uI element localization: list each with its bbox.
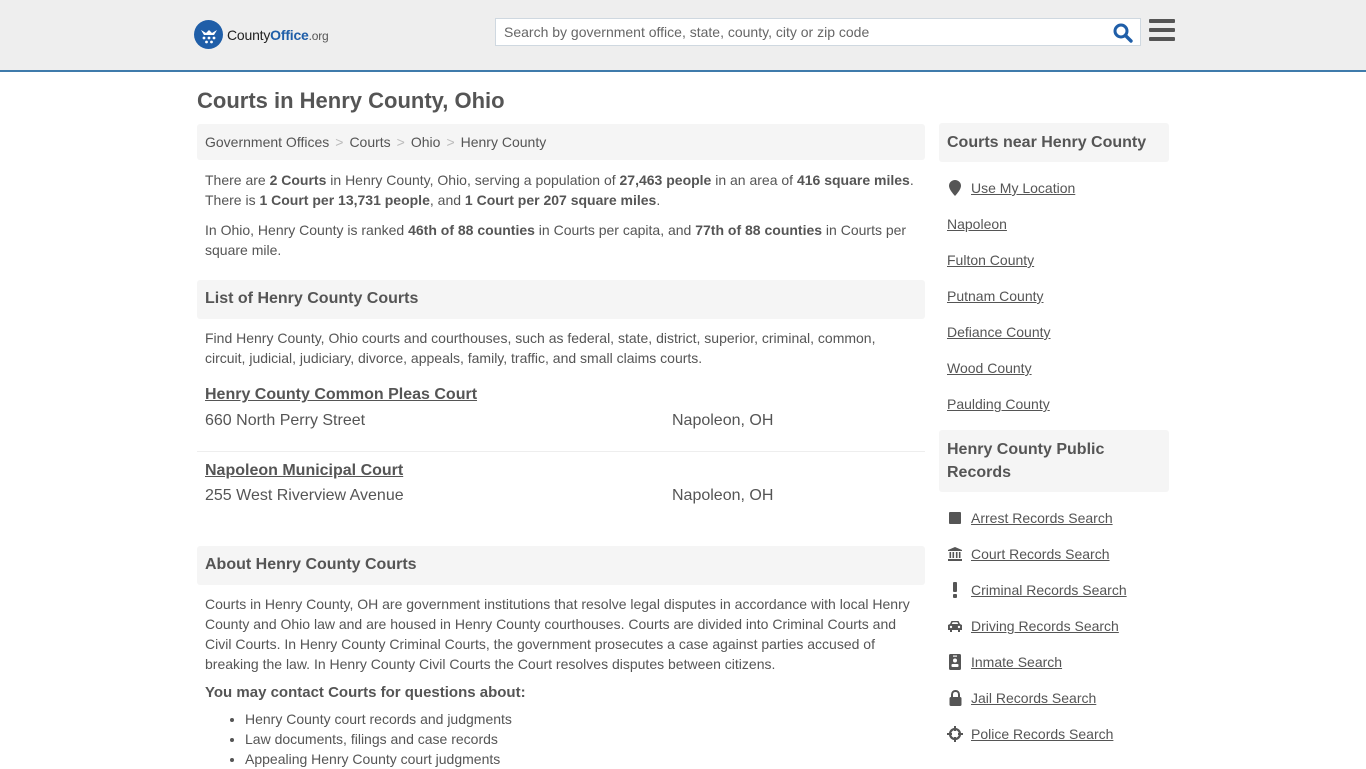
nearby-link-wood-county[interactable]: Wood County <box>947 360 1032 376</box>
contact-list: Henry County court records and judgments… <box>197 709 925 769</box>
record-item: Arrest Records Search <box>947 500 1161 536</box>
record-item: Court Records Search <box>947 536 1161 572</box>
record-item: Inmate Search <box>947 644 1161 680</box>
nearby-link-defiance-county[interactable]: Defiance County <box>947 324 1051 340</box>
courthouse-icon <box>947 546 963 562</box>
exclamation-icon <box>947 582 963 598</box>
record-item: Criminal Records Search <box>947 572 1161 608</box>
court-name-link[interactable]: Henry County Common Pleas Court <box>205 386 477 408</box>
inmate-search-link[interactable]: Inmate Search <box>971 654 1062 670</box>
contact-item: Henry County court records and judgments <box>245 709 925 729</box>
court-city: Napoleon, OH <box>672 412 774 429</box>
eagle-logo-icon <box>194 20 223 49</box>
contact-item: Law documents, filings and case records <box>245 729 925 749</box>
courts-near-heading: Courts near Henry County <box>939 123 1169 162</box>
top-bar: CountyOffice.org <box>0 0 1366 72</box>
contact-item: Appealing Henry County court judgments <box>245 749 925 769</box>
menu-bar <box>1149 19 1175 23</box>
about-section-body: Courts in Henry County, OH are governmen… <box>205 596 910 672</box>
logo-wordmark: CountyOffice.org <box>227 26 329 43</box>
id-badge-icon <box>947 654 963 670</box>
breadcrumb-separator: > <box>396 134 405 150</box>
arrest-records-link[interactable]: Arrest Records Search <box>971 510 1113 526</box>
breadcrumb-courts[interactable]: Courts <box>349 134 390 150</box>
map-marker-icon <box>947 180 963 196</box>
nearby-item: Paulding County <box>947 386 1161 422</box>
main-content: Government Offices > Courts > Ohio > Henry Cou… <box>197 124 925 769</box>
breadcrumb-separator: > <box>335 134 344 150</box>
intro-stats: There are 2 Courts in Henry County, Ohio… <box>205 172 914 208</box>
police-records-link[interactable]: Police Records Search <box>971 726 1113 742</box>
search-icon[interactable] <box>1112 22 1134 44</box>
record-item: Jail Records Search <box>947 680 1161 716</box>
sidebar: Courts near Henry County Use My Location… <box>939 123 1169 752</box>
nearby-link-putnam-county[interactable]: Putnam County <box>947 288 1044 304</box>
nearby-item: Putnam County <box>947 278 1161 314</box>
public-records-heading: Henry County Public Records <box>939 430 1169 492</box>
menu-bar <box>1149 37 1175 41</box>
about-section-heading: About Henry County Courts <box>197 546 925 585</box>
search-box <box>495 18 1141 46</box>
crosshairs-icon <box>947 726 963 742</box>
nearby-item: Fulton County <box>947 242 1161 278</box>
menu-bar <box>1149 28 1175 32</box>
court-item: Henry County Common Pleas Court 660 Nort… <box>197 386 925 451</box>
court-city: Napoleon, OH <box>672 487 774 504</box>
list-section-heading: List of Henry County Courts <box>197 280 925 319</box>
breadcrumb-government-offices[interactable]: Government Offices <box>205 134 329 150</box>
nearby-link-fulton-county[interactable]: Fulton County <box>947 252 1034 268</box>
car-icon <box>947 618 963 634</box>
court-list: Henry County Common Pleas Court 660 Nort… <box>197 386 925 516</box>
court-name-link[interactable]: Napoleon Municipal Court <box>205 462 403 484</box>
search-input[interactable] <box>496 19 1106 45</box>
use-my-location-item: Use My Location <box>947 170 1161 206</box>
nearby-link-napoleon[interactable]: Napoleon <box>947 216 1007 232</box>
court-address: 255 West Riverview Avenue <box>205 487 404 504</box>
court-address: 660 North Perry Street <box>205 412 366 429</box>
lock-icon <box>947 690 963 706</box>
use-my-location-link[interactable]: Use My Location <box>971 180 1075 196</box>
record-item: Police Records Search <box>947 716 1161 752</box>
breadcrumb-separator: > <box>446 134 455 150</box>
court-item: Napoleon Municipal Court 255 West Riverv… <box>197 451 925 516</box>
nearby-link-paulding-county[interactable]: Paulding County <box>947 396 1050 412</box>
criminal-records-link[interactable]: Criminal Records Search <box>971 582 1127 598</box>
record-item: Driving Records Search <box>947 608 1161 644</box>
breadcrumb-ohio[interactable]: Ohio <box>411 134 441 150</box>
nearby-item: Defiance County <box>947 314 1161 350</box>
site-logo[interactable]: CountyOffice.org <box>194 20 329 49</box>
intro-ranking: In Ohio, Henry County is ranked 46th of … <box>205 222 907 258</box>
square-icon <box>947 510 963 526</box>
driving-records-link[interactable]: Driving Records Search <box>971 618 1119 634</box>
list-section-description: Find Henry County, Ohio courts and court… <box>205 330 876 366</box>
hamburger-menu-icon[interactable] <box>1149 19 1175 43</box>
contact-heading: You may contact Courts for questions abo… <box>205 684 526 701</box>
courts-near-list: Use My Location Napoleon Fulton County P… <box>939 170 1169 422</box>
court-records-link[interactable]: Court Records Search <box>971 546 1110 562</box>
breadcrumb: Government Offices > Courts > Ohio > Henry Cou… <box>197 124 925 160</box>
public-records-list: Arrest Records Search Court Records Sear… <box>939 500 1169 752</box>
jail-records-link[interactable]: Jail Records Search <box>971 690 1096 706</box>
page-title: Courts in Henry County, Ohio <box>197 88 505 113</box>
nearby-item: Wood County <box>947 350 1161 386</box>
breadcrumb-henry-county[interactable]: Henry County <box>461 134 547 150</box>
nearby-item: Napoleon <box>947 206 1161 242</box>
